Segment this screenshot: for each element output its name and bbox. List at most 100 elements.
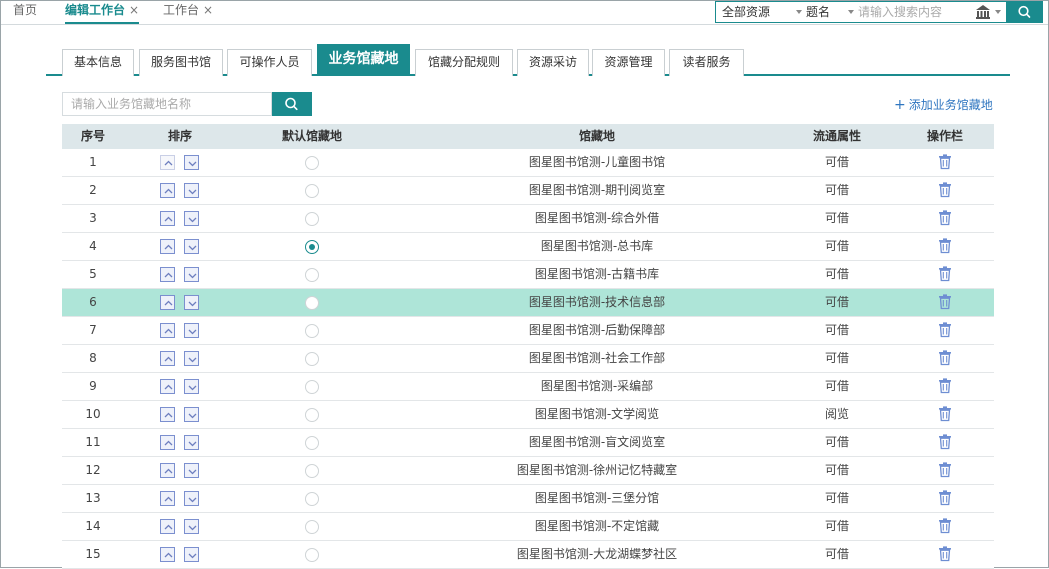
resource-type-select[interactable]: 全部资源	[722, 2, 806, 22]
tab-reader-services[interactable]: 读者服务	[669, 49, 744, 76]
default-location-radio[interactable]	[305, 492, 319, 506]
close-icon[interactable]: ×	[203, 3, 213, 17]
move-up-icon[interactable]	[160, 323, 175, 338]
move-up-icon[interactable]	[160, 155, 175, 170]
table-row[interactable]: 15 图星图书馆测-大龙湖蝶梦社区 可借	[62, 541, 994, 569]
top-tab-editor-workbench[interactable]: 编辑工作台 ×	[65, 1, 140, 24]
default-location-radio[interactable]	[305, 352, 319, 366]
delete-icon[interactable]	[936, 405, 954, 423]
default-location-radio[interactable]	[305, 324, 319, 338]
move-up-icon[interactable]	[160, 379, 175, 394]
move-down-icon[interactable]	[184, 267, 199, 282]
move-up-icon[interactable]	[160, 239, 175, 254]
table-row[interactable]: 4 图星图书馆测-总书库 可借	[62, 233, 994, 261]
move-up-icon[interactable]	[160, 547, 175, 562]
tab-service-library[interactable]: 服务图书馆	[139, 49, 223, 76]
default-location-radio[interactable]	[305, 408, 319, 422]
delete-icon[interactable]	[936, 517, 954, 535]
table-row[interactable]: 5 图星图书馆测-古籍书库 可借	[62, 261, 994, 289]
move-down-icon[interactable]	[184, 351, 199, 366]
delete-icon[interactable]	[936, 461, 954, 479]
move-down-icon[interactable]	[184, 491, 199, 506]
move-down-icon[interactable]	[184, 547, 199, 562]
move-down-icon[interactable]	[184, 183, 199, 198]
delete-icon[interactable]	[936, 321, 954, 339]
table-row[interactable]: 7 图星图书馆测-后勤保障部 可借	[62, 317, 994, 345]
table-row[interactable]: 1 图星图书馆测-儿童图书馆 可借	[62, 149, 994, 177]
default-location-radio[interactable]	[305, 520, 319, 534]
delete-icon[interactable]	[936, 433, 954, 451]
delete-icon[interactable]	[936, 181, 954, 199]
top-tab-workbench[interactable]: 工作台 ×	[163, 1, 213, 24]
table-row[interactable]: 2 图星图书馆测-期刊阅览室 可借	[62, 177, 994, 205]
table-row[interactable]: 8 图星图书馆测-社会工作部 可借	[62, 345, 994, 373]
move-up-icon[interactable]	[160, 183, 175, 198]
move-up-icon[interactable]	[160, 463, 175, 478]
close-icon[interactable]: ×	[129, 3, 139, 17]
default-location-radio[interactable]	[305, 296, 319, 310]
move-up-icon[interactable]	[160, 407, 175, 422]
tab-resource-management[interactable]: 资源管理	[592, 49, 665, 76]
table-row[interactable]: 10 图星图书馆测-文学阅览 阅览	[62, 401, 994, 429]
move-up-icon[interactable]	[160, 211, 175, 226]
move-down-icon[interactable]	[184, 323, 199, 338]
tab-acquisition[interactable]: 资源采访	[517, 49, 589, 76]
move-up-icon[interactable]	[160, 267, 175, 282]
delete-icon[interactable]	[936, 265, 954, 283]
delete-icon[interactable]	[936, 293, 954, 311]
global-search-input[interactable]	[858, 2, 976, 22]
search-field-select[interactable]: 题名	[806, 2, 856, 22]
delete-icon[interactable]	[936, 153, 954, 171]
default-location-radio[interactable]	[305, 268, 319, 282]
top-tab-home[interactable]: 首页	[13, 1, 37, 24]
location-search-input[interactable]	[62, 92, 272, 116]
location-search-button[interactable]	[272, 92, 312, 116]
header-no: 序号	[80, 129, 105, 143]
circulation-attr: 可借	[824, 267, 849, 281]
table-row[interactable]: 11 图星图书馆测-盲文阅览室 可借	[62, 429, 994, 457]
move-up-icon[interactable]	[160, 519, 175, 534]
global-search-button[interactable]	[1007, 1, 1043, 23]
default-location-radio[interactable]	[305, 436, 319, 450]
tab-allocation-rules[interactable]: 馆藏分配规则	[415, 49, 513, 76]
default-location-radio[interactable]	[305, 156, 319, 170]
table-row[interactable]: 12 图星图书馆测-徐州记忆特藏室 可借	[62, 457, 994, 485]
move-down-icon[interactable]	[184, 407, 199, 422]
default-location-radio[interactable]	[305, 548, 319, 562]
table-row[interactable]: 3 图星图书馆测-综合外借 可借	[62, 205, 994, 233]
move-down-icon[interactable]	[184, 211, 199, 226]
tab-basic-info[interactable]: 基本信息	[62, 49, 134, 76]
move-down-icon[interactable]	[184, 435, 199, 450]
add-location-link[interactable]: + 添加业务馆藏地	[894, 96, 993, 113]
tab-business-locations[interactable]: 业务馆藏地	[317, 44, 410, 76]
delete-icon[interactable]	[936, 377, 954, 395]
default-location-radio[interactable]	[305, 184, 319, 198]
default-location-radio[interactable]	[305, 240, 319, 254]
default-location-radio[interactable]	[305, 464, 319, 478]
tab-operators[interactable]: 可操作人员	[227, 49, 312, 76]
table-row[interactable]: 13 图星图书馆测-三堡分馆 可借	[62, 485, 994, 513]
move-up-icon[interactable]	[160, 295, 175, 310]
move-down-icon[interactable]	[184, 239, 199, 254]
move-down-icon[interactable]	[184, 463, 199, 478]
library-select[interactable]	[974, 3, 1004, 21]
delete-icon[interactable]	[936, 349, 954, 367]
table-row[interactable]: 14 图星图书馆测-不定馆藏 可借	[62, 513, 994, 541]
table-row[interactable]: 6 图星图书馆测-技术信息部 可借	[62, 289, 994, 317]
delete-icon[interactable]	[936, 545, 954, 563]
delete-icon[interactable]	[936, 209, 954, 227]
move-up-icon[interactable]	[160, 491, 175, 506]
move-down-icon[interactable]	[184, 519, 199, 534]
table-row[interactable]: 9 图星图书馆测-采编部 可借	[62, 373, 994, 401]
delete-icon[interactable]	[936, 489, 954, 507]
move-down-icon[interactable]	[184, 295, 199, 310]
default-location-radio[interactable]	[305, 212, 319, 226]
default-location-radio[interactable]	[305, 380, 319, 394]
move-down-icon[interactable]	[184, 379, 199, 394]
location-name: 图星图书馆测-采编部	[540, 379, 654, 393]
move-up-icon[interactable]	[160, 351, 175, 366]
move-down-icon[interactable]	[184, 155, 199, 170]
delete-icon[interactable]	[936, 237, 954, 255]
move-up-icon[interactable]	[160, 435, 175, 450]
circulation-attr: 可借	[824, 491, 849, 505]
